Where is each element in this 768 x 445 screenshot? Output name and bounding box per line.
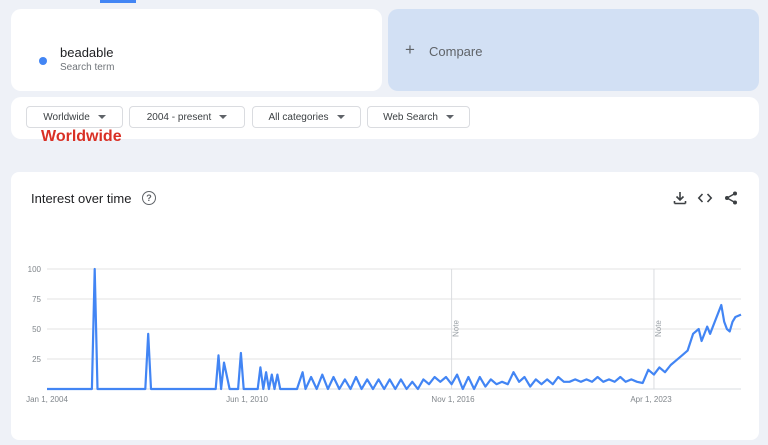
x-tick-label: Nov 1, 2016 [431, 395, 475, 404]
category-dropdown[interactable]: All categories [252, 106, 361, 128]
interest-chart: 25 50 75 100 Note Note Jan 1, 2004 Jun 1, 2010 N… [26, 265, 742, 404]
region-value: Worldwide [43, 111, 90, 123]
caret-down-icon [336, 115, 345, 119]
interest-over-time-card: Interest over time ? 25 50 75 100 Note Note Ja… [11, 172, 759, 440]
y-tick-label: 75 [32, 295, 41, 304]
caret-down-icon [97, 115, 106, 119]
x-tick-label: Jun 1, 2010 [226, 395, 268, 404]
compare-label: Compare [429, 44, 483, 59]
property-dropdown[interactable]: Web Search [367, 106, 470, 128]
region-dropdown[interactable]: Worldwide [26, 106, 123, 128]
note-label: Note [654, 320, 663, 337]
y-tick-label: 100 [28, 265, 42, 274]
filters-bar: Worldwide 2004 - present All categories … [11, 97, 759, 139]
search-term-type: Search term [60, 62, 115, 73]
search-term-card[interactable]: beadable Search term [11, 9, 382, 91]
plus-icon: + [405, 40, 415, 59]
caret-down-icon [219, 115, 228, 119]
series-color-dot [39, 57, 47, 65]
tab-indicator [100, 0, 136, 3]
region-annotation: Worldwide [41, 128, 122, 145]
period-dropdown[interactable]: 2004 - present [129, 106, 245, 128]
search-term-label[interactable]: beadable [60, 45, 114, 60]
y-tick-label: 25 [32, 355, 41, 364]
period-value: 2004 - present [146, 111, 212, 123]
compare-card[interactable]: + Compare [388, 9, 759, 91]
note-label: Note [452, 320, 461, 337]
category-value: All categories [268, 111, 329, 123]
x-tick-label: Apr 1, 2023 [630, 395, 672, 404]
x-tick-label: Jan 1, 2004 [26, 395, 68, 404]
y-tick-label: 50 [32, 325, 41, 334]
caret-down-icon [445, 115, 454, 119]
property-value: Web Search [383, 111, 438, 123]
